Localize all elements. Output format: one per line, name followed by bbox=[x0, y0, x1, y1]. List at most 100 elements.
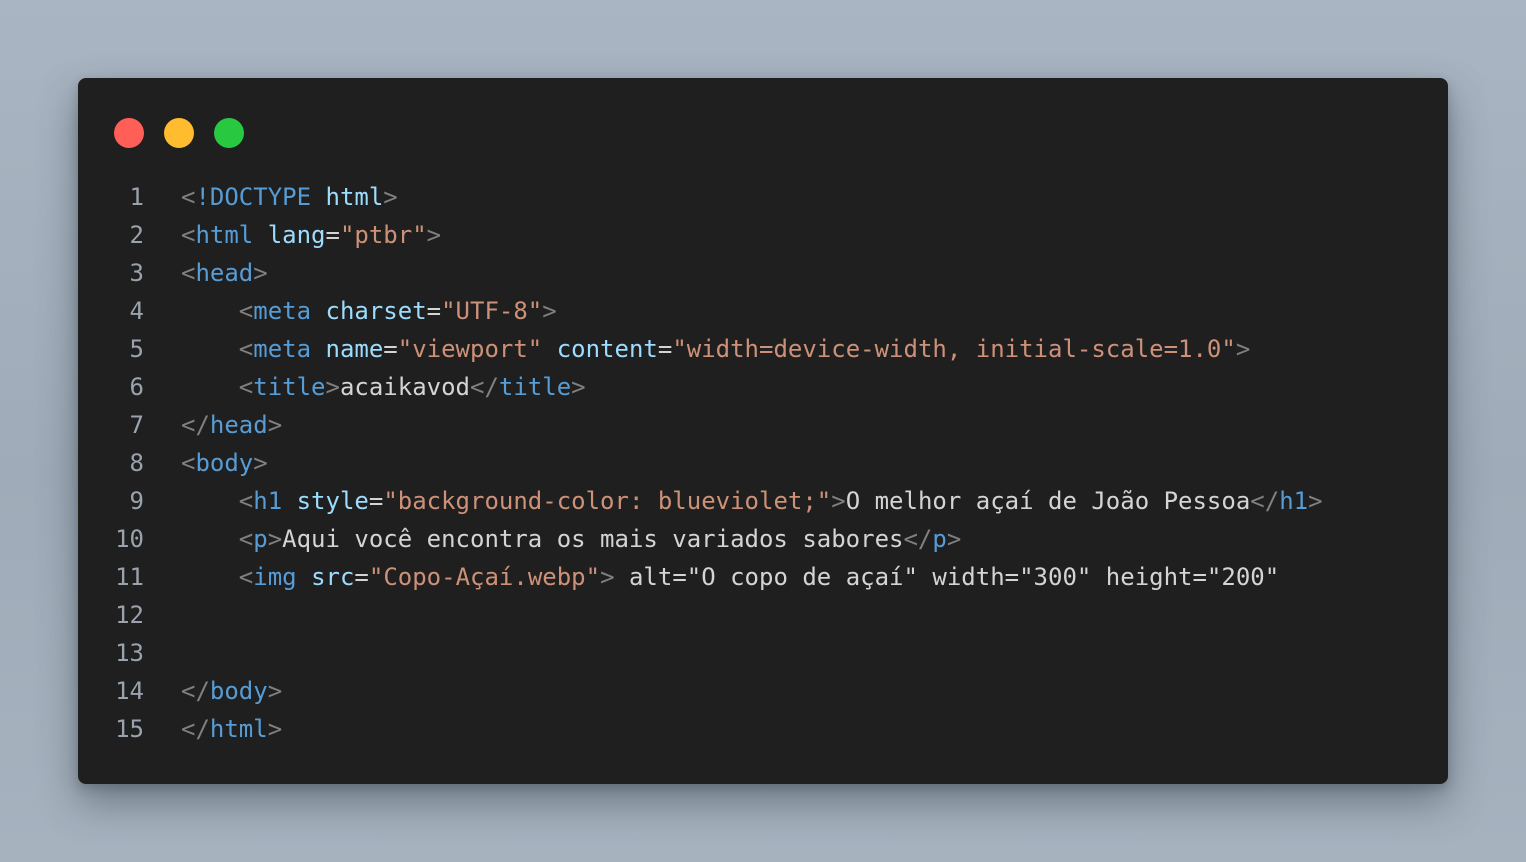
line-number: 8 bbox=[129, 449, 144, 477]
code-token-punct: > bbox=[253, 259, 268, 287]
code-token-tag: !DOCTYPE bbox=[195, 183, 312, 211]
code-text: <title>acaikavod</title> bbox=[181, 368, 586, 406]
code-line: 8 <body> bbox=[78, 444, 1448, 482]
code-text: </html> bbox=[181, 710, 282, 748]
code-line: 2 <html lang="ptbr"> bbox=[78, 216, 1448, 254]
code-token-punct: </ bbox=[470, 373, 499, 401]
code-token-txt: Aqui você encontra os mais variados sabo… bbox=[282, 525, 904, 553]
line-number: 11 bbox=[115, 563, 144, 591]
line-number: 12 bbox=[115, 601, 144, 629]
code-token-tag: head bbox=[195, 259, 254, 287]
code-token-punct: > bbox=[267, 525, 283, 553]
line-number: 7 bbox=[129, 411, 144, 439]
code-token-punct: < bbox=[181, 449, 196, 477]
code-text: <!DOCTYPE html> bbox=[181, 178, 398, 216]
code-text: <html lang="ptbr"> bbox=[181, 216, 441, 254]
code-token-txt: = bbox=[325, 221, 340, 249]
close-dot[interactable] bbox=[114, 118, 144, 148]
code-token-punct: < bbox=[238, 373, 254, 401]
code-token-str: "ptbr" bbox=[339, 221, 427, 249]
code-line: 11 <img src="Copo-Açaí.webp"> alt="O cop… bbox=[78, 558, 1448, 596]
code-token-attr: src bbox=[311, 563, 355, 591]
code-block: 1 <!DOCTYPE html> 2 <html lang="ptbr"> 3 <hea… bbox=[78, 178, 1448, 748]
code-token-txt: O melhor açaí de João Pessoa bbox=[845, 487, 1251, 515]
line-number: 6 bbox=[129, 373, 144, 401]
code-token-punct: < bbox=[181, 221, 196, 249]
code-token-punct: > bbox=[253, 449, 268, 477]
code-token-punct: > bbox=[267, 411, 283, 439]
code-token-tag: p bbox=[932, 525, 947, 553]
code-token-txt: = bbox=[383, 335, 398, 363]
code-token-txt: = bbox=[426, 297, 442, 325]
code-token-str: "UTF-8" bbox=[441, 297, 543, 325]
code-line: 3 <head> bbox=[78, 254, 1448, 292]
code-line: 9 <h1 style="background-color: blueviole… bbox=[78, 482, 1448, 520]
code-token-punct: > bbox=[946, 525, 962, 553]
code-token-str: "background-color: blueviolet;" bbox=[383, 487, 832, 515]
code-line: 5 <meta name="viewport" content="width=d… bbox=[78, 330, 1448, 368]
code-token-punct: > bbox=[1235, 335, 1251, 363]
minimize-dot[interactable] bbox=[164, 118, 194, 148]
code-token-punct: > bbox=[267, 677, 283, 705]
code-text: </head> bbox=[181, 406, 282, 444]
code-token-attr: lang bbox=[267, 221, 326, 249]
code-text: <meta charset="UTF-8"> bbox=[181, 292, 557, 330]
maximize-dot[interactable] bbox=[214, 118, 244, 148]
code-token-punct: > bbox=[600, 563, 615, 591]
code-token-str: "Copo-Açaí.webp" bbox=[368, 563, 601, 591]
code-token-punct: > bbox=[831, 487, 846, 515]
line-number: 3 bbox=[129, 259, 144, 287]
line-number: 15 bbox=[115, 715, 144, 743]
code-line: 4 <meta charset="UTF-8"> bbox=[78, 292, 1448, 330]
code-token-punct: > bbox=[325, 373, 340, 401]
code-token-tag: meta bbox=[253, 335, 312, 363]
code-text: </body> bbox=[181, 672, 282, 710]
code-token-punct: > bbox=[426, 221, 442, 249]
code-line: 14 </body> bbox=[78, 672, 1448, 710]
code-token-txt: acaikavod bbox=[339, 373, 470, 401]
code-token-punct: < bbox=[238, 487, 254, 515]
code-token-punct: < bbox=[238, 563, 254, 591]
line-number: 9 bbox=[129, 487, 144, 515]
code-token-attr: content bbox=[556, 335, 658, 363]
window-controls bbox=[114, 118, 244, 148]
line-number: 4 bbox=[129, 297, 144, 325]
code-token-tag: meta bbox=[253, 297, 312, 325]
code-token-punct: </ bbox=[903, 525, 933, 553]
code-token-punct: </ bbox=[181, 715, 210, 743]
code-token-punct: > bbox=[267, 715, 283, 743]
code-token-punct: < bbox=[181, 259, 196, 287]
line-number: 14 bbox=[115, 677, 144, 705]
code-text: <p>Aqui você encontra os mais variados s… bbox=[181, 520, 962, 558]
code-token-txt: = bbox=[368, 487, 384, 515]
code-token-str: "viewport" bbox=[397, 335, 543, 363]
line-number: 2 bbox=[129, 221, 144, 249]
code-text: <img src="Copo-Açaí.webp"> alt="O copo d… bbox=[181, 558, 1279, 596]
code-text: <body> bbox=[181, 444, 268, 482]
code-token-punct: </ bbox=[181, 411, 210, 439]
code-line: 15 </html> bbox=[78, 710, 1448, 748]
code-token-tag: h1 bbox=[253, 487, 283, 515]
code-token-tag: title bbox=[253, 373, 326, 401]
line-number: 5 bbox=[129, 335, 144, 363]
code-token-punct: </ bbox=[1250, 487, 1280, 515]
code-token-punct: > bbox=[1308, 487, 1323, 515]
code-token-txt: = bbox=[657, 335, 673, 363]
code-token-tag: img bbox=[253, 563, 297, 591]
code-token-punct: < bbox=[238, 335, 254, 363]
code-token-tag: body bbox=[209, 677, 268, 705]
code-text: <h1 style="background-color: blueviolet;… bbox=[181, 482, 1323, 520]
code-line: 1 <!DOCTYPE html> bbox=[78, 178, 1448, 216]
code-token-punct: > bbox=[571, 373, 586, 401]
code-token-attr: name bbox=[325, 335, 384, 363]
